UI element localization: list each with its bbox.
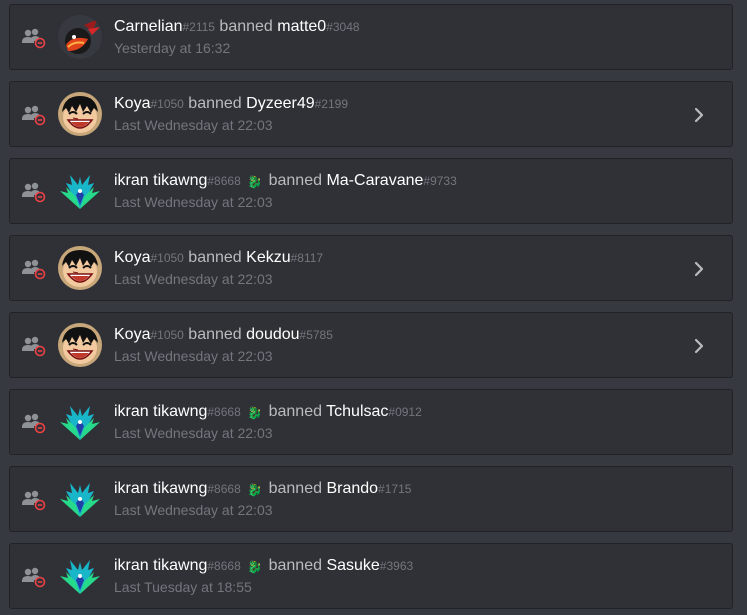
actor-discriminator: #1050: [150, 328, 184, 342]
entry-timestamp: Last Wednesday at 22:03: [114, 117, 273, 133]
actor-discriminator: #8668: [207, 482, 241, 496]
chevron-right-icon[interactable]: [694, 261, 704, 277]
audit-log-entry: ikran tikawng#8668 🐉 banned Tchulsac#091…: [9, 389, 733, 455]
target-discriminator: #3963: [379, 559, 414, 573]
dragon-emoji-icon: 🐉: [247, 175, 263, 189]
audit-log-list: Carnelian#2115 banned matte0#3048 Yester…: [0, 0, 747, 615]
member-ban-icon: [22, 258, 46, 280]
chevron-right-icon[interactable]: [694, 107, 704, 123]
entry-summary: Koya#1050 banned doudou#5785: [114, 325, 333, 345]
luffy-avatar[interactable]: [58, 92, 102, 136]
entry-timestamp: Last Wednesday at 22:03: [114, 271, 273, 287]
action-verb: banned: [268, 557, 322, 574]
entry-summary: Koya#1050 banned Dyzeer49#2199: [114, 94, 348, 114]
actor-discriminator: #8668: [207, 174, 241, 188]
target-discriminator: #5785: [299, 328, 333, 342]
entry-timestamp: Last Wednesday at 22:03: [114, 194, 273, 210]
entry-timestamp: Last Wednesday at 22:03: [114, 425, 273, 441]
target-username[interactable]: Ma-Caravane: [326, 172, 423, 189]
audit-log-entry: ikran tikawng#8668 🐉 banned Brando#1715 …: [9, 466, 733, 532]
actor-username[interactable]: ikran tikawng: [114, 403, 207, 420]
actor-username[interactable]: Koya: [114, 326, 150, 343]
luffy-avatar[interactable]: [58, 323, 102, 367]
actor-username[interactable]: ikran tikawng: [114, 557, 207, 574]
member-ban-icon: [22, 181, 46, 203]
target-username[interactable]: Brando: [326, 480, 378, 497]
member-ban-icon: [22, 104, 46, 126]
entry-summary: ikran tikawng#8668 🐉 banned Tchulsac#091…: [114, 402, 422, 423]
audit-log-entry[interactable]: Koya#1050 banned doudou#5785 Last Wednes…: [9, 312, 733, 378]
actor-username[interactable]: Koya: [114, 249, 150, 266]
target-discriminator: #1715: [378, 482, 412, 496]
dragon-emoji-icon: 🐉: [247, 406, 263, 420]
actor-discriminator: #8668: [207, 559, 241, 573]
actor-discriminator: #2115: [182, 20, 215, 34]
chevron-right-icon[interactable]: [694, 338, 704, 354]
entry-summary: ikran tikawng#8668 🐉 banned Brando#1715: [114, 479, 411, 500]
dragon-emoji-icon: 🐉: [247, 560, 263, 574]
dragon-emoji-icon: 🐉: [247, 483, 263, 497]
audit-log-entry[interactable]: Koya#1050 banned Kekzu#8117 Last Wednesd…: [9, 235, 733, 301]
target-username[interactable]: Kekzu: [246, 249, 290, 266]
action-verb: banned: [188, 249, 242, 266]
member-ban-icon: [22, 489, 46, 511]
dragon-avatar[interactable]: [58, 400, 102, 444]
entry-summary: Carnelian#2115 banned matte0#3048: [114, 17, 360, 37]
target-username[interactable]: doudou: [246, 326, 299, 343]
target-discriminator: #9733: [423, 174, 457, 188]
target-username[interactable]: matte0: [277, 18, 326, 35]
target-discriminator: #3048: [326, 20, 360, 34]
entry-summary: ikran tikawng#8668 🐉 banned Sasuke#3963: [114, 556, 413, 577]
actor-username[interactable]: ikran tikawng: [114, 172, 207, 189]
action-verb: banned: [188, 326, 242, 343]
action-verb: banned: [219, 18, 273, 35]
luffy-avatar[interactable]: [58, 246, 102, 290]
member-ban-icon: [22, 566, 46, 588]
audit-log-entry: ikran tikawng#8668 🐉 banned Sasuke#3963 …: [9, 543, 733, 609]
dragon-avatar[interactable]: [58, 554, 102, 598]
audit-log-entry: Carnelian#2115 banned matte0#3048 Yester…: [9, 4, 733, 70]
action-verb: banned: [268, 403, 322, 420]
actor-username[interactable]: Koya: [114, 95, 150, 112]
entry-timestamp: Yesterday at 16:32: [114, 40, 231, 56]
member-ban-icon: [22, 27, 46, 49]
target-discriminator: #2199: [314, 97, 348, 111]
entry-timestamp: Last Tuesday at 18:55: [114, 579, 252, 595]
actor-username[interactable]: ikran tikawng: [114, 480, 207, 497]
actor-discriminator: #8668: [207, 405, 241, 419]
action-verb: banned: [188, 95, 242, 112]
member-ban-icon: [22, 335, 46, 357]
entry-summary: Koya#1050 banned Kekzu#8117: [114, 248, 323, 268]
target-discriminator: #8117: [290, 251, 324, 265]
target-discriminator: #0912: [388, 405, 422, 419]
entry-summary: ikran tikawng#8668 🐉 banned Ma-Caravane#…: [114, 171, 457, 192]
actor-discriminator: #1050: [150, 97, 184, 111]
dragon-avatar[interactable]: [58, 169, 102, 213]
member-ban-icon: [22, 412, 46, 434]
target-username[interactable]: Tchulsac: [326, 403, 388, 420]
audit-log-entry[interactable]: Koya#1050 banned Dyzeer49#2199 Last Wedn…: [9, 81, 733, 147]
carnelian-avatar[interactable]: [58, 15, 102, 59]
action-verb: banned: [268, 172, 322, 189]
actor-username[interactable]: Carnelian: [114, 18, 182, 35]
target-username[interactable]: Sasuke: [326, 557, 379, 574]
entry-timestamp: Last Wednesday at 22:03: [114, 502, 273, 518]
target-username[interactable]: Dyzeer49: [246, 95, 314, 112]
dragon-avatar[interactable]: [58, 477, 102, 521]
audit-log-entry: ikran tikawng#8668 🐉 banned Ma-Caravane#…: [9, 158, 733, 224]
entry-timestamp: Last Wednesday at 22:03: [114, 348, 273, 364]
actor-discriminator: #1050: [150, 251, 184, 265]
action-verb: banned: [268, 480, 322, 497]
